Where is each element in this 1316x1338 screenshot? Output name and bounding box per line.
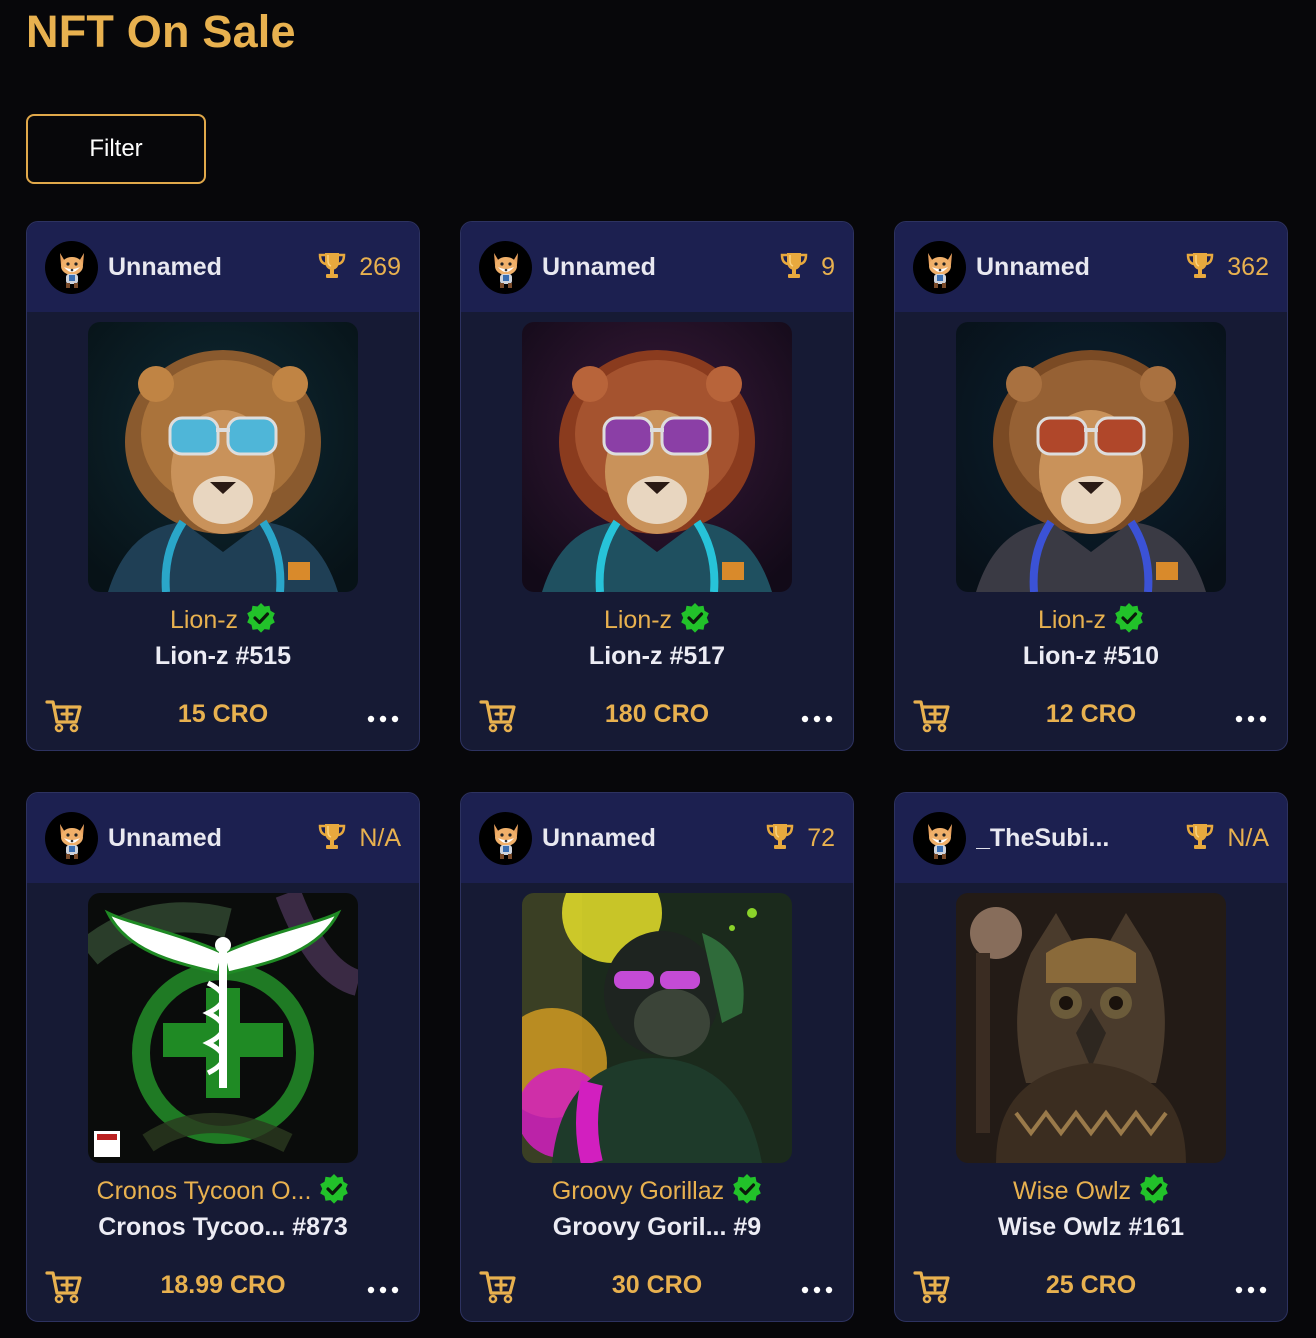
card-header: Unnamed 9: [461, 222, 853, 312]
price: 25 CRO: [1045, 1271, 1137, 1299]
owner-name[interactable]: Unnamed: [542, 824, 656, 853]
collection-row: Cronos Tycoon O...: [27, 1173, 419, 1209]
add-to-cart-icon[interactable]: [913, 698, 951, 739]
more-options-icon[interactable]: [801, 1281, 833, 1299]
nft-image[interactable]: [88, 893, 358, 1163]
more-options-icon[interactable]: [367, 1281, 399, 1299]
owner-name[interactable]: Unnamed: [976, 253, 1090, 282]
price: 18.99 CRO: [160, 1271, 286, 1299]
owner-name[interactable]: Unnamed: [108, 253, 222, 282]
add-to-cart-icon[interactable]: [45, 698, 83, 739]
nft-image[interactable]: [956, 322, 1226, 592]
nft-card[interactable]: Unnamed 269 Lion-z Lion-z #515 15 CRO: [26, 221, 420, 751]
token-name[interactable]: Wise Owlz #161: [895, 1213, 1287, 1242]
fox-avatar-icon[interactable]: [913, 811, 966, 865]
nft-grid: Unnamed 269 Lion-z Lion-z #515 15 CRO Un…: [26, 221, 1288, 1331]
nft-card[interactable]: _TheSubi... N/A Wise Owlz Wise Owlz #161…: [894, 792, 1288, 1322]
add-to-cart-icon[interactable]: [913, 1269, 951, 1310]
token-name[interactable]: Lion-z #510: [895, 642, 1287, 671]
more-options-icon[interactable]: [367, 710, 399, 728]
nft-card[interactable]: Unnamed 362 Lion-z Lion-z #510 12 CRO: [894, 221, 1288, 751]
card-footer: 180 CRO: [461, 692, 853, 738]
nft-card[interactable]: Unnamed 72 Groovy Gorillaz Groovy Goril.…: [460, 792, 854, 1322]
collection-name[interactable]: Lion-z: [170, 606, 238, 635]
card-header: Unnamed N/A: [27, 793, 419, 883]
token-name[interactable]: Lion-z #517: [461, 642, 853, 671]
fox-avatar-icon[interactable]: [479, 240, 532, 294]
trophy-icon: [779, 251, 809, 284]
trophy-icon: [317, 822, 347, 855]
trophy-icon: [317, 251, 347, 284]
rank: 9: [779, 251, 835, 284]
page-title: NFT On Sale: [26, 6, 296, 57]
more-options-icon[interactable]: [801, 710, 833, 728]
collection-row: Groovy Gorillaz: [461, 1173, 853, 1209]
fox-avatar-icon[interactable]: [45, 240, 98, 294]
card-footer: 12 CRO: [895, 692, 1287, 738]
price: 30 CRO: [611, 1271, 703, 1299]
collection-name[interactable]: Lion-z: [604, 606, 672, 635]
rank: 269: [317, 251, 401, 284]
verified-check-icon: [732, 1173, 762, 1209]
owner-name[interactable]: Unnamed: [108, 824, 222, 853]
collection-name[interactable]: Wise Owlz: [1013, 1177, 1131, 1206]
collection-name[interactable]: Groovy Gorillaz: [552, 1177, 724, 1206]
rank: N/A: [1185, 822, 1269, 855]
card-header: Unnamed 269: [27, 222, 419, 312]
card-footer: 15 CRO: [27, 692, 419, 738]
verified-check-icon: [680, 602, 710, 638]
price: 12 CRO: [1045, 700, 1137, 728]
rank-value: 269: [359, 252, 401, 281]
collection-row: Lion-z: [895, 602, 1287, 638]
owner-name[interactable]: _TheSubi...: [976, 824, 1109, 853]
more-options-icon[interactable]: [1235, 1281, 1267, 1299]
verified-check-icon: [319, 1173, 349, 1209]
token-name[interactable]: Cronos Tycoo... #873: [27, 1213, 419, 1242]
card-footer: 30 CRO: [461, 1263, 853, 1309]
owner-name[interactable]: Unnamed: [542, 253, 656, 282]
add-to-cart-icon[interactable]: [45, 1269, 83, 1310]
fox-avatar-icon[interactable]: [45, 811, 98, 865]
collection-row: Lion-z: [461, 602, 853, 638]
card-header: Unnamed 362: [895, 222, 1287, 312]
collection-row: Wise Owlz: [895, 1173, 1287, 1209]
fox-avatar-icon[interactable]: [479, 811, 532, 865]
verified-check-icon: [246, 602, 276, 638]
nft-image[interactable]: [522, 893, 792, 1163]
card-footer: 18.99 CRO: [27, 1263, 419, 1309]
trophy-icon: [1185, 251, 1215, 284]
rank: 72: [765, 822, 835, 855]
card-header: Unnamed 72: [461, 793, 853, 883]
verified-check-icon: [1114, 602, 1144, 638]
collection-row: Lion-z: [27, 602, 419, 638]
trophy-icon: [1185, 822, 1215, 855]
collection-name[interactable]: Lion-z: [1038, 606, 1106, 635]
rank-value: 9: [821, 252, 835, 281]
rank-value: N/A: [1227, 823, 1269, 852]
filter-button[interactable]: Filter: [26, 114, 206, 184]
more-options-icon[interactable]: [1235, 710, 1267, 728]
nft-image[interactable]: [88, 322, 358, 592]
token-name[interactable]: Lion-z #515: [27, 642, 419, 671]
nft-image[interactable]: [522, 322, 792, 592]
trophy-icon: [765, 822, 795, 855]
nft-card[interactable]: Unnamed 9 Lion-z Lion-z #517 180 CRO: [460, 221, 854, 751]
add-to-cart-icon[interactable]: [479, 698, 517, 739]
rank-value: N/A: [359, 823, 401, 852]
rank-value: 362: [1227, 252, 1269, 281]
token-name[interactable]: Groovy Goril... #9: [461, 1213, 853, 1242]
nft-image[interactable]: [956, 893, 1226, 1163]
add-to-cart-icon[interactable]: [479, 1269, 517, 1310]
price: 15 CRO: [177, 700, 269, 728]
card-header: _TheSubi... N/A: [895, 793, 1287, 883]
fox-avatar-icon[interactable]: [913, 240, 966, 294]
rank-value: 72: [807, 823, 835, 852]
nft-card[interactable]: Unnamed N/A Cronos Tycoon O... Cronos Ty…: [26, 792, 420, 1322]
rank: 362: [1185, 251, 1269, 284]
card-footer: 25 CRO: [895, 1263, 1287, 1309]
collection-name[interactable]: Cronos Tycoon O...: [97, 1177, 312, 1206]
rank: N/A: [317, 822, 401, 855]
verified-check-icon: [1139, 1173, 1169, 1209]
price: 180 CRO: [604, 700, 710, 728]
